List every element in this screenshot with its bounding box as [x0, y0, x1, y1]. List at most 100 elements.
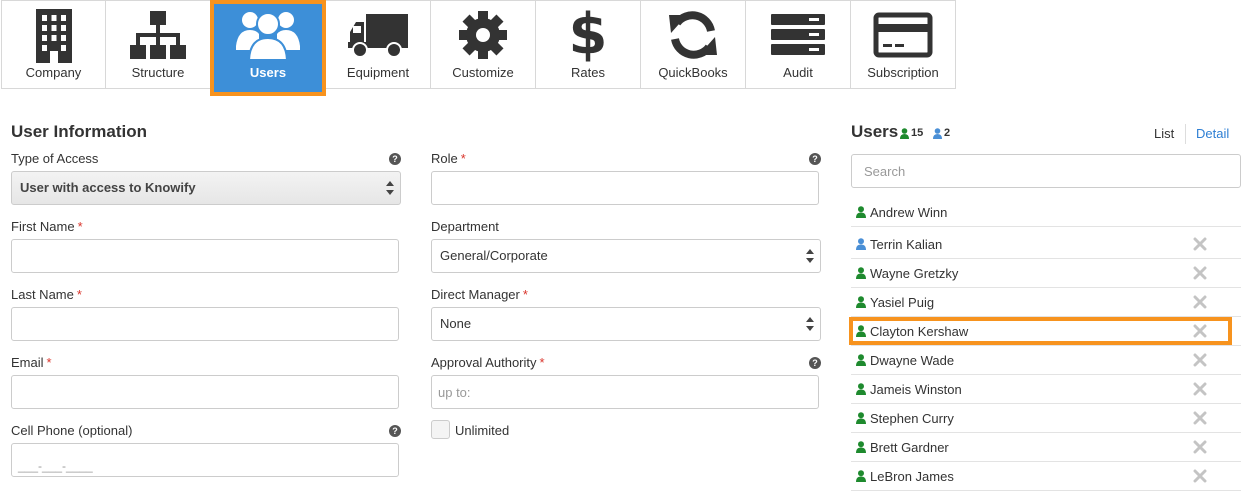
last-name-label: Last Name * — [11, 287, 82, 302]
direct-manager-label: Direct Manager * — [431, 287, 528, 302]
user-name: Andrew Winn — [870, 205, 948, 220]
user-icon — [856, 206, 866, 218]
user-name: Dwayne Wade — [870, 353, 955, 368]
user-icon — [856, 412, 866, 424]
delete-icon[interactable] — [1193, 411, 1207, 425]
user-icon — [856, 267, 866, 279]
unlimited-checkbox[interactable] — [431, 420, 450, 439]
user-icon — [856, 383, 866, 395]
user-name: Terrin Kalian — [870, 237, 943, 252]
user-icon — [856, 441, 866, 453]
nav-subscription[interactable]: Subscription — [851, 0, 956, 89]
phone-mask: ___-___-____ — [18, 459, 93, 473]
nav-quickbooks[interactable]: QuickBooks — [641, 0, 746, 89]
user-icon — [900, 127, 909, 139]
unlimited-label: Unlimited — [455, 423, 510, 438]
user-name: Yasiel Puig — [870, 295, 935, 310]
truck-icon — [326, 7, 430, 63]
delete-icon[interactable] — [1193, 295, 1207, 309]
user-name: Jameis Winston — [870, 382, 962, 397]
user-name: Brett Gardner — [870, 440, 949, 455]
other-user-count: 2 — [933, 127, 950, 139]
cell-phone-label: Cell Phone (optional) — [11, 423, 133, 438]
help-icon[interactable]: ? — [809, 153, 821, 165]
list-icon — [746, 7, 850, 63]
first-name-label: First Name * — [11, 219, 83, 234]
nav-customize[interactable]: Customize — [431, 0, 536, 89]
user-icon — [856, 296, 866, 308]
sync-icon — [641, 7, 745, 63]
user-list-item[interactable]: Yasiel Puig — [851, 288, 1241, 317]
divider — [1185, 124, 1186, 144]
user-list-item[interactable]: Terrin Kalian — [851, 230, 1241, 259]
nav-users[interactable]: Users — [210, 0, 326, 96]
nav-structure[interactable]: Structure — [106, 0, 211, 89]
cell-phone-input[interactable]: ___-___-____ — [11, 443, 399, 477]
role-input[interactable] — [431, 171, 819, 205]
user-list-item[interactable]: LeBron James — [851, 462, 1241, 491]
delete-icon[interactable] — [1193, 440, 1207, 454]
user-list-item[interactable]: Andrew Winn — [851, 198, 1241, 227]
view-detail-toggle[interactable]: Detail — [1196, 126, 1229, 141]
user-information-title: User Information — [11, 122, 148, 141]
user-list-item[interactable]: Stephen Curry — [851, 404, 1241, 433]
help-icon[interactable]: ? — [389, 153, 401, 165]
user-icon — [856, 470, 866, 482]
users-icon — [214, 6, 322, 62]
approval-authority-input[interactable] — [431, 375, 819, 409]
user-search-input[interactable] — [851, 154, 1241, 188]
role-label: Role * — [431, 151, 466, 166]
user-name: Clayton Kershaw — [870, 324, 969, 339]
nav-label: QuickBooks — [658, 65, 728, 80]
credit-card-icon — [851, 7, 955, 63]
delete-icon[interactable] — [1193, 237, 1207, 251]
user-icon — [933, 127, 942, 139]
nav-label: Subscription — [867, 65, 939, 80]
help-icon[interactable]: ? — [809, 357, 821, 369]
user-list-item[interactable]: Brett Gardner — [851, 433, 1241, 462]
settings-nav: Company Structure Users Equipment Custom… — [1, 0, 956, 96]
user-name: Wayne Gretzky — [870, 266, 959, 281]
user-list-item[interactable]: Wayne Gretzky — [851, 259, 1241, 288]
direct-manager-select[interactable]: None — [431, 307, 821, 341]
first-name-input[interactable] — [11, 239, 399, 273]
user-name: LeBron James — [870, 469, 954, 484]
nav-label: Users — [249, 65, 287, 80]
nav-label: Rates — [571, 65, 605, 80]
select-arrows-icon — [806, 249, 814, 263]
last-name-input[interactable] — [11, 307, 399, 341]
users-title: Users — [851, 122, 899, 141]
user-icon — [856, 325, 866, 337]
delete-icon[interactable] — [1193, 353, 1207, 367]
type-of-access-select[interactable]: User with access to Knowify — [11, 171, 401, 205]
user-list-item[interactable]: Clayton Kershaw — [851, 317, 1241, 346]
email-label: Email * — [11, 355, 52, 370]
nav-audit[interactable]: Audit — [746, 0, 851, 89]
view-list-toggle[interactable]: List — [1154, 126, 1174, 141]
user-list-item[interactable]: Dwayne Wade — [851, 346, 1241, 375]
nav-label: Structure — [131, 65, 185, 80]
type-of-access-label: Type of Access — [11, 151, 99, 166]
nav-label: Customize — [452, 65, 514, 80]
nav-equipment[interactable]: Equipment — [326, 0, 431, 89]
nav-rates[interactable]: $ Rates — [536, 0, 641, 89]
active-user-count: 15 — [900, 127, 923, 139]
help-icon[interactable]: ? — [389, 425, 401, 437]
user-list-item[interactable]: Jameis Winston — [851, 375, 1241, 404]
building-icon — [2, 7, 105, 63]
user-icon — [856, 354, 866, 366]
select-arrows-icon — [806, 317, 814, 331]
delete-icon[interactable] — [1193, 382, 1207, 396]
select-arrows-icon — [386, 181, 394, 195]
delete-icon[interactable] — [1193, 469, 1207, 483]
department-label: Department — [431, 219, 499, 234]
org-chart-icon — [106, 7, 210, 63]
dollar-icon: $ — [568, 2, 608, 67]
nav-label: Company — [25, 65, 82, 80]
nav-company[interactable]: Company — [1, 0, 106, 89]
department-select[interactable]: General/Corporate — [431, 239, 821, 273]
user-name: Stephen Curry — [870, 411, 954, 426]
delete-icon[interactable] — [1193, 266, 1207, 280]
delete-icon[interactable] — [1193, 324, 1207, 338]
email-input[interactable] — [11, 375, 399, 409]
